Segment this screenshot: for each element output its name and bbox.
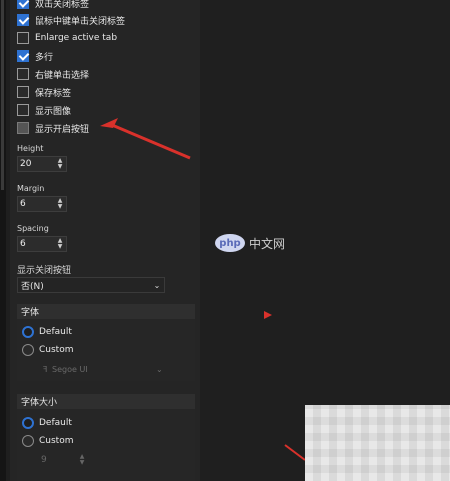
watermark: php 中文网	[215, 234, 285, 252]
arrow-marker	[264, 311, 272, 319]
arrow-line	[284, 444, 306, 461]
watermark-text: 中文网	[249, 236, 286, 251]
arrow-line	[111, 123, 191, 160]
blurred-region	[305, 405, 450, 481]
watermark-logo: php	[215, 234, 245, 252]
